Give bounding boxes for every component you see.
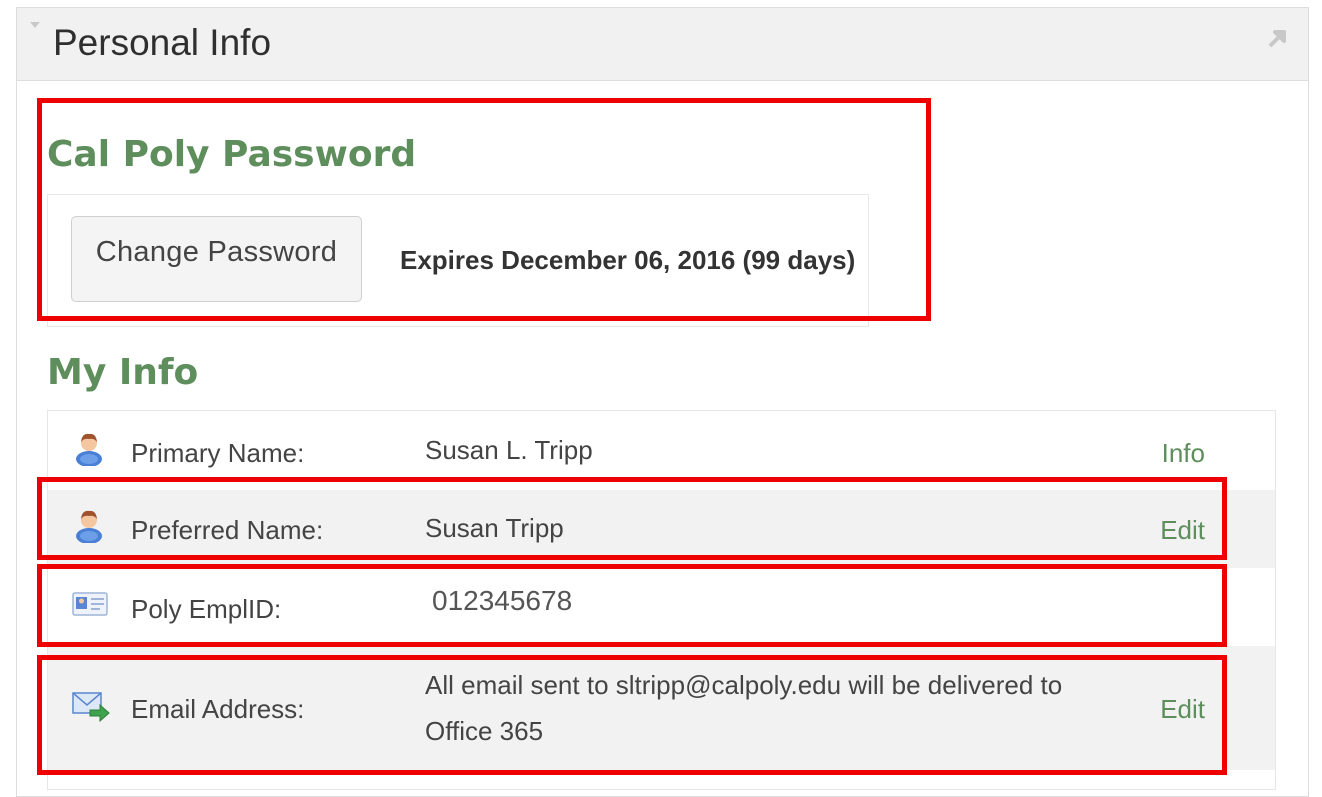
highlight-box-emplid [37,564,1227,647]
row-value: Susan L. Tripp [425,435,593,465]
info-link[interactable]: Info [1162,438,1205,469]
panel-title: Personal Info [53,22,272,63]
collapse-arrow-icon[interactable] [30,22,40,28]
my-info-heading: My Info [47,352,199,393]
row-label: Primary Name: [131,438,305,468]
highlight-box-preferred-name [37,477,1227,560]
panel-header: Personal Info [17,8,1308,81]
highlight-box-password [37,98,931,321]
person-icon [76,433,102,466]
pin-icon[interactable] [1266,26,1290,50]
highlight-box-email [37,655,1227,775]
